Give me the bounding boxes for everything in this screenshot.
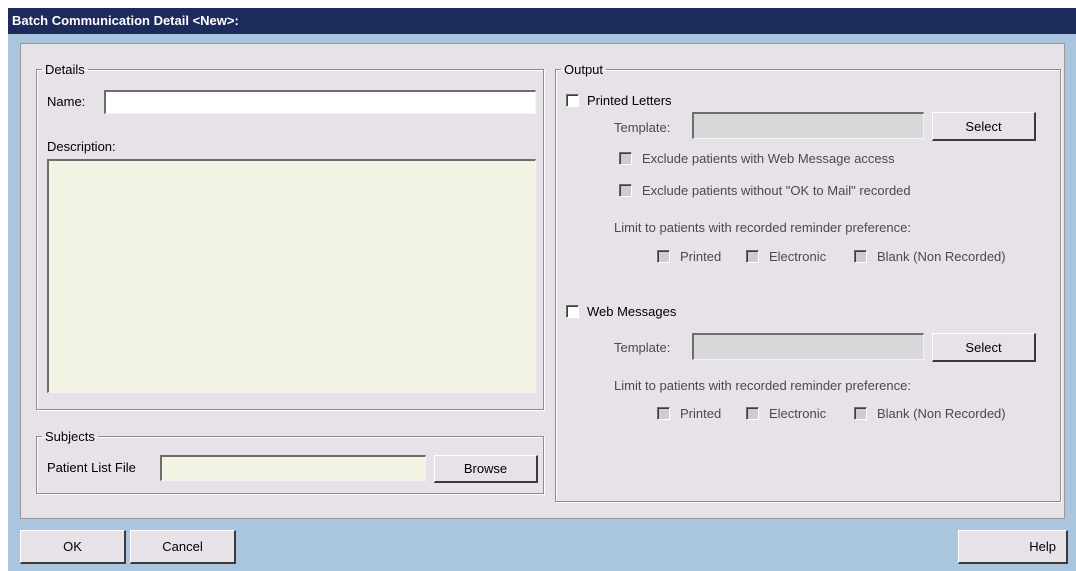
printed-letters-label: Printed Letters [587, 93, 672, 108]
printed-pref-electronic-checkbox[interactable] [746, 250, 759, 263]
printed-select-button[interactable]: Select [932, 112, 1036, 141]
web-limit-label: Limit to patients with recorded reminder… [614, 378, 911, 393]
ok-button[interactable]: OK [20, 530, 126, 564]
printed-pref-blank-label: Blank (Non Recorded) [877, 249, 1006, 264]
printed-pref-electronic-label: Electronic [769, 249, 827, 264]
window-title: Batch Communication Detail <New>: [8, 8, 1076, 34]
printed-pref-printed-label: Printed [680, 249, 722, 264]
web-pref-blank-label: Blank (Non Recorded) [877, 406, 1006, 421]
printed-template-label: Template: [614, 120, 671, 135]
web-pref-printed-label: Printed [680, 406, 722, 421]
web-pref-printed-checkbox[interactable] [657, 407, 670, 420]
web-pref-blank-checkbox[interactable] [854, 407, 867, 420]
web-template-label: Template: [614, 340, 671, 355]
exclude-web-label: Exclude patients with Web Message access [642, 151, 895, 166]
output-legend: Output [564, 62, 604, 77]
printed-pref-printed-checkbox[interactable] [657, 250, 670, 263]
web-template-input[interactable] [692, 333, 924, 360]
printed-template-input[interactable] [692, 112, 924, 139]
description-label: Description: [47, 139, 116, 154]
printed-limit-label: Limit to patients with recorded reminder… [614, 220, 911, 235]
patient-list-label: Patient List File [47, 460, 136, 475]
printed-pref-blank-checkbox[interactable] [854, 250, 867, 263]
browse-button[interactable]: Browse [434, 455, 538, 483]
help-button[interactable]: Help [958, 530, 1068, 564]
web-select-button[interactable]: Select [932, 333, 1036, 362]
name-label: Name: [47, 94, 86, 109]
exclude-mail-checkbox[interactable] [619, 184, 632, 197]
description-textarea[interactable] [47, 159, 536, 393]
cancel-button[interactable]: Cancel [130, 530, 236, 564]
web-pref-electronic-label: Electronic [769, 406, 827, 421]
exclude-web-checkbox[interactable] [619, 152, 632, 165]
name-input[interactable] [104, 90, 536, 114]
web-messages-label: Web Messages [587, 304, 677, 319]
web-messages-checkbox[interactable] [566, 305, 579, 318]
web-pref-electronic-checkbox[interactable] [746, 407, 759, 420]
subjects-legend: Subjects [45, 429, 95, 444]
patient-list-input[interactable] [160, 455, 426, 481]
details-legend: Details [45, 62, 85, 77]
exclude-mail-label: Exclude patients without "OK to Mail" re… [642, 183, 911, 198]
printed-letters-checkbox[interactable] [566, 94, 579, 107]
